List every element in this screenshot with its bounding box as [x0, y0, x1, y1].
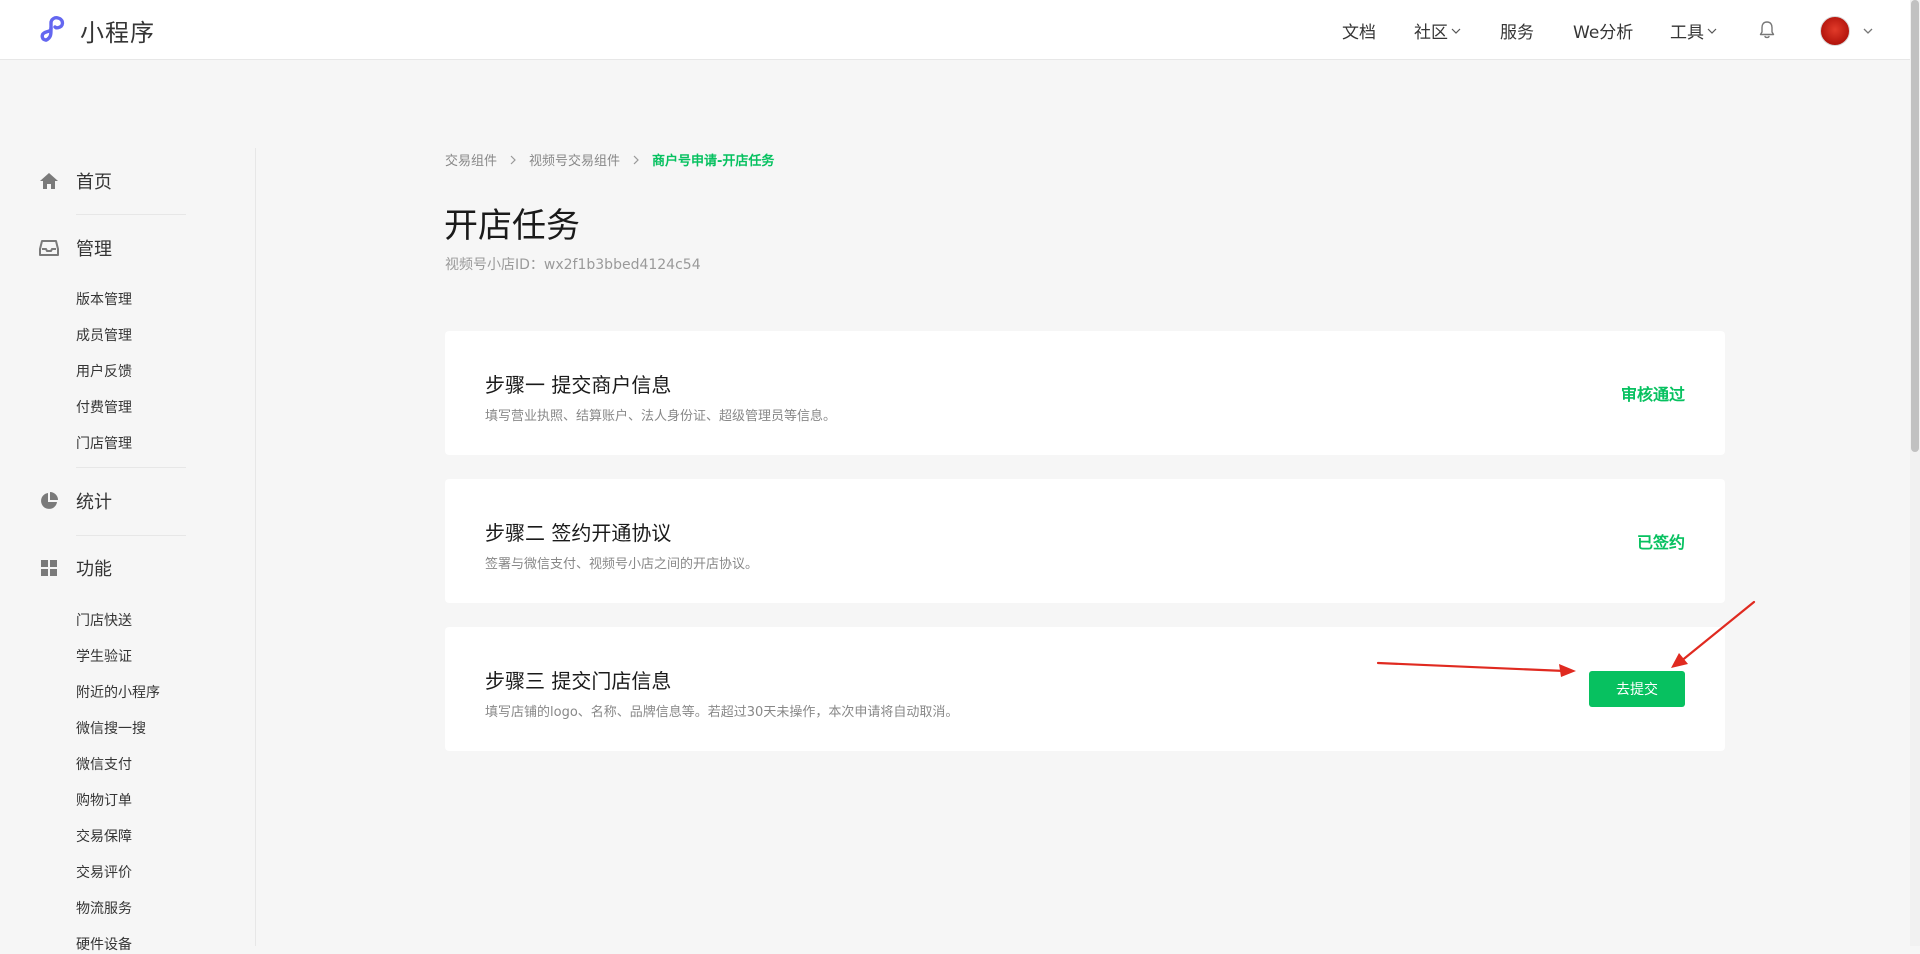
- nav-docs[interactable]: 文档: [1342, 18, 1376, 43]
- scrollbar-track[interactable]: [1910, 0, 1920, 946]
- nav-service-label: 服务: [1500, 23, 1534, 43]
- step-description: 填写营业执照、结算账户、法人身份证、超级管理员等信息。: [485, 409, 837, 424]
- nav-we-analytics-label: We分析: [1573, 23, 1634, 43]
- pie-chart-icon: [41, 492, 58, 509]
- breadcrumb-current: 商户号申请-开店任务: [652, 154, 775, 169]
- page-title: 开店任务: [444, 206, 580, 246]
- miniprogram-logo-icon: [40, 16, 65, 42]
- sidebar-item-manage-label: 管理: [76, 239, 112, 260]
- chevron-right-icon: [633, 155, 639, 164]
- sidebar-item-payment-manage[interactable]: 付费管理: [76, 397, 132, 417]
- breadcrumb-trade-component[interactable]: 交易组件: [445, 150, 497, 169]
- nav-community[interactable]: 社区: [1414, 18, 1462, 43]
- breadcrumb-channels-trade-component[interactable]: 视频号交易组件: [529, 150, 620, 169]
- sidebar-item-manage[interactable]: 管理: [38, 235, 112, 261]
- chevron-down-icon: [1451, 28, 1461, 34]
- sidebar-item-stats-label: 统计: [76, 492, 112, 513]
- status-badge: 已签约: [1636, 533, 1685, 552]
- sidebar-item-trade-review[interactable]: 交易评价: [76, 862, 132, 882]
- breadcrumb: 交易组件 视频号交易组件 商户号申请-开店任务: [445, 150, 774, 169]
- step-title: 步骤一 提交商户信息: [485, 373, 672, 397]
- sidebar-item-trade-guarantee[interactable]: 交易保障: [76, 826, 132, 846]
- step-card-1: 步骤一 提交商户信息 填写营业执照、结算账户、法人身份证、超级管理员等信息。 审…: [445, 331, 1725, 455]
- sidebar-item-home[interactable]: 首页: [38, 168, 112, 194]
- sidebar-item-version-manage[interactable]: 版本管理: [76, 289, 132, 309]
- nav-tools[interactable]: 工具: [1670, 18, 1718, 43]
- sidebar-divider: [76, 214, 186, 215]
- sidebar-item-logistics[interactable]: 物流服务: [76, 898, 132, 918]
- submit-store-info-button[interactable]: 去提交: [1589, 671, 1685, 707]
- sidebar-item-store-delivery[interactable]: 门店快送: [76, 610, 132, 630]
- store-id: 视频号小店ID：wx2f1b3bbed4124c54: [445, 257, 701, 273]
- sidebar-item-store-manage[interactable]: 门店管理: [76, 433, 132, 453]
- nav-we-analytics[interactable]: We分析: [1573, 18, 1633, 43]
- sidebar-item-nearby-miniprogram[interactable]: 附近的小程序: [76, 682, 160, 702]
- step-description: 填写店铺的logo、名称、品牌信息等。若超过30天未操作，本次申请将自动取消。: [485, 705, 959, 720]
- chevron-down-icon: [1707, 28, 1717, 34]
- sidebar: 首页 管理 版本管理 成员管理 用户反馈 付费管理 门店管理 统计 功能 门店快…: [0, 148, 256, 953]
- step-title: 步骤二 签约开通协议: [485, 521, 672, 545]
- top-header: 小程序 文档 社区 服务 We分析 工具: [0, 0, 1920, 60]
- sidebar-divider: [76, 467, 186, 468]
- sidebar-item-hardware[interactable]: 硬件设备: [76, 934, 132, 954]
- sidebar-item-user-feedback[interactable]: 用户反馈: [76, 361, 132, 381]
- grid-icon: [41, 560, 57, 576]
- nav-docs-label: 文档: [1342, 23, 1376, 43]
- nav-community-label: 社区: [1414, 23, 1448, 43]
- sidebar-divider: [76, 535, 186, 536]
- inbox-icon: [39, 240, 59, 256]
- sidebar-item-shopping-orders[interactable]: 购物订单: [76, 790, 132, 810]
- step-description: 签署与微信支付、视频号小店之间的开店协议。: [485, 557, 759, 572]
- chevron-right-icon: [510, 155, 516, 164]
- avatar[interactable]: [1820, 16, 1850, 46]
- nav-service[interactable]: 服务: [1500, 18, 1534, 43]
- sidebar-item-features[interactable]: 功能: [38, 555, 112, 581]
- sidebar-item-stats[interactable]: 统计: [38, 488, 112, 514]
- brand[interactable]: 小程序: [38, 12, 155, 48]
- step-card-2: 步骤二 签约开通协议 签署与微信支付、视频号小店之间的开店协议。 已签约: [445, 479, 1725, 603]
- step-card-3: 步骤三 提交门店信息 填写店铺的logo、名称、品牌信息等。若超过30天未操作，…: [445, 627, 1725, 751]
- sidebar-item-member-manage[interactable]: 成员管理: [76, 325, 132, 345]
- home-icon: [40, 173, 58, 189]
- sidebar-item-wechat-search[interactable]: 微信搜一搜: [76, 718, 146, 738]
- annotation-arrows: [1376, 600, 1756, 677]
- scrollbar-thumb[interactable]: [1911, 0, 1919, 452]
- chevron-down-icon[interactable]: [1861, 24, 1875, 38]
- sidebar-item-wechat-pay[interactable]: 微信支付: [76, 754, 132, 774]
- sidebar-item-features-label: 功能: [76, 559, 112, 580]
- status-badge: 审核通过: [1620, 385, 1685, 404]
- bell-icon[interactable]: [1757, 20, 1777, 40]
- sidebar-item-student-verify[interactable]: 学生验证: [76, 646, 132, 666]
- sidebar-item-home-label: 首页: [76, 172, 112, 193]
- brand-name: 小程序: [80, 18, 155, 47]
- step-title: 步骤三 提交门店信息: [485, 669, 672, 693]
- nav-tools-label: 工具: [1670, 23, 1704, 43]
